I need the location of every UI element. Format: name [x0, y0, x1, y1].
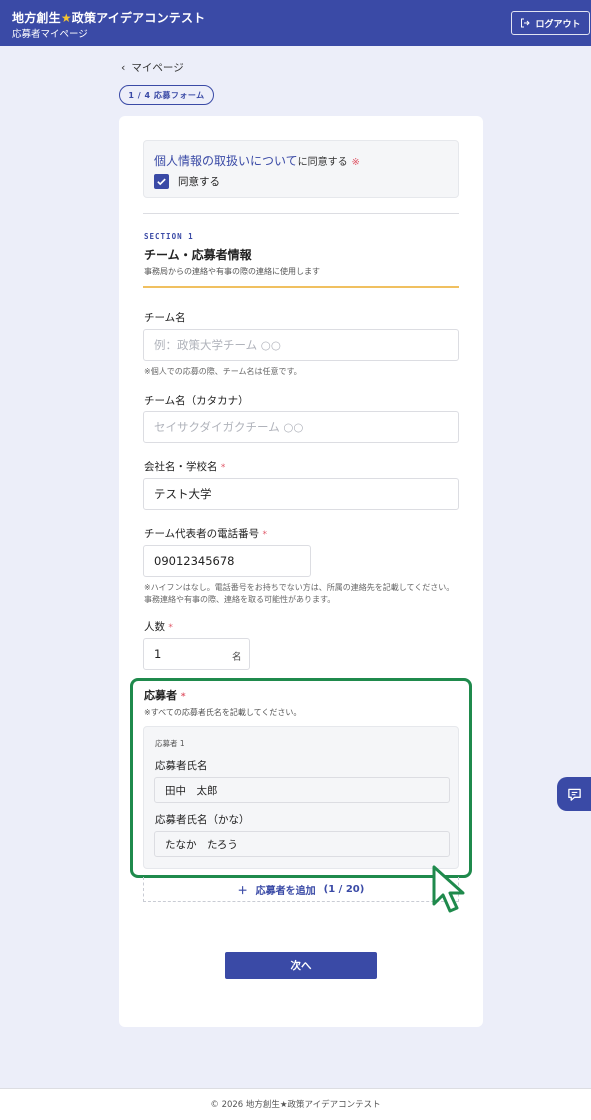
section-divider: [143, 286, 459, 288]
consent-checkbox[interactable]: [154, 174, 169, 189]
privacy-policy-link[interactable]: 個人情報の取扱いについて: [154, 154, 298, 168]
required-mark: ※: [351, 157, 360, 168]
team-name-label: チーム名: [144, 312, 186, 324]
applicant-kana-input[interactable]: たなか たろう: [154, 831, 450, 857]
chat-button[interactable]: [557, 777, 591, 811]
count-unit: 名: [232, 652, 242, 663]
applicants-section: 応募者 * ※すべての応募者氏名を記載してください。 応募者 1 応募者氏名 田…: [130, 678, 472, 878]
step-indicator: 1 / 4 応募フォーム: [119, 85, 214, 105]
team-kana-input[interactable]: セイサクダイガクチーム ○○: [143, 411, 459, 443]
divider: [143, 213, 459, 214]
footer: © 2026 地方創生★政策アイデアコンテスト: [0, 1088, 591, 1120]
chevron-left-icon: ‹: [121, 61, 126, 74]
logout-button[interactable]: ログアウト: [511, 11, 590, 35]
applicant-kana-label: 応募者氏名（かな）: [155, 814, 250, 826]
phone-note: ※ハイフンはなし。電話番号をお持ちでない方は、所属の連絡先を記載してください。事…: [144, 583, 455, 604]
chat-icon: [567, 788, 581, 801]
app-title: 地方創生★政策アイデアコンテスト: [12, 11, 206, 25]
consent-checkbox-row[interactable]: 同意する: [154, 174, 220, 189]
check-icon: [157, 178, 166, 186]
count-label: 人数 *: [144, 621, 173, 633]
team-kana-label: チーム名（カタカナ）: [144, 395, 249, 407]
footer-divider: [0, 1088, 591, 1089]
section-description: 事務局からの連絡や有事の際の連絡に使用します: [144, 267, 320, 276]
team-name-input[interactable]: 例：政策大学チーム ○○: [143, 329, 459, 361]
app-subtitle: 応募者マイページ: [12, 29, 88, 40]
star-icon: ★: [60, 11, 72, 25]
applicants-hint: ※すべての応募者氏名を記載してください。: [144, 708, 302, 717]
applicant-card: 応募者 1 応募者氏名 田中 太郎 応募者氏名（かな） たなか たろう: [143, 726, 459, 869]
consent-box: 個人情報の取扱いについてに同意する ※ 同意する: [143, 140, 459, 198]
consent-line: 個人情報の取扱いについてに同意する ※: [154, 154, 360, 168]
company-input[interactable]: テスト大学: [143, 478, 459, 510]
pointer-cursor-icon: [432, 865, 465, 913]
logout-icon: [521, 18, 531, 28]
phone-label: チーム代表者の電話番号 *: [144, 528, 268, 540]
plus-icon: ＋: [237, 885, 248, 897]
copyright: © 2026 地方創生★政策アイデアコンテスト: [210, 1100, 381, 1110]
add-applicant-button[interactable]: ＋ 応募者を追加 (1 / 20): [143, 877, 459, 902]
company-label: 会社名・学校名 *: [144, 461, 226, 473]
applicant-name-label: 応募者氏名: [155, 760, 208, 772]
applicant-name-input[interactable]: 田中 太郎: [154, 777, 450, 803]
section-label: SECTION 1: [144, 232, 194, 241]
applicants-title: 応募者 *: [144, 689, 186, 702]
section-title: チーム・応募者情報: [144, 248, 252, 262]
back-to-mypage-link[interactable]: ‹ マイページ: [121, 60, 184, 75]
app-header: 地方創生★政策アイデアコンテスト 応募者マイページ ログアウト: [0, 0, 591, 46]
team-name-note: ※個人での応募の際、チーム名は任意です。: [144, 367, 302, 376]
applicant-index: 応募者 1: [155, 739, 185, 748]
phone-input[interactable]: 09012345678: [143, 545, 311, 577]
next-button[interactable]: 次へ: [225, 952, 377, 979]
